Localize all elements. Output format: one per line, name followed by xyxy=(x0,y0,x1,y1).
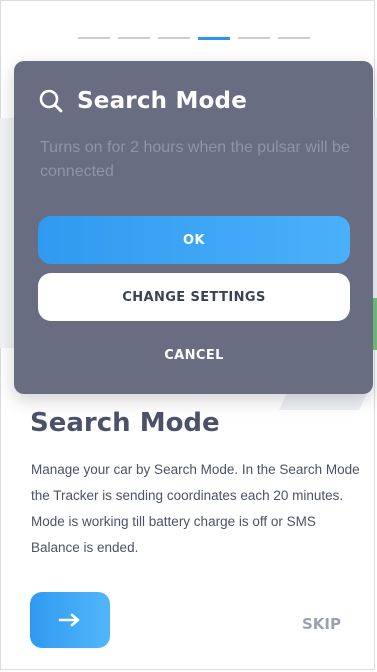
page-title: Search Mode xyxy=(30,408,220,438)
ok-button[interactable]: OK xyxy=(38,216,350,264)
page-dot xyxy=(158,37,190,39)
search-mode-dialog: Search Mode Turns on for 2 hours when th… xyxy=(14,61,373,394)
arrow-right-icon xyxy=(58,613,80,627)
page-dot xyxy=(78,37,110,39)
page-description: Manage your car by Search Mode. In the S… xyxy=(31,462,360,555)
page-indicator xyxy=(78,36,310,40)
page-dot xyxy=(278,37,310,39)
next-button[interactable] xyxy=(30,592,110,648)
page-dot-active xyxy=(198,36,230,40)
page-dot xyxy=(238,37,270,39)
dialog-title: Search Mode xyxy=(77,88,247,114)
cancel-button[interactable]: CANCEL xyxy=(38,341,350,369)
change-settings-button[interactable]: CHANGE SETTINGS xyxy=(38,273,350,321)
skip-button[interactable]: SKIP xyxy=(302,615,341,633)
search-icon xyxy=(39,89,63,113)
page-dot xyxy=(118,37,150,39)
dialog-description: Turns on for 2 hours when the pulsar wil… xyxy=(40,139,350,180)
dialog-header: Search Mode xyxy=(38,88,247,114)
